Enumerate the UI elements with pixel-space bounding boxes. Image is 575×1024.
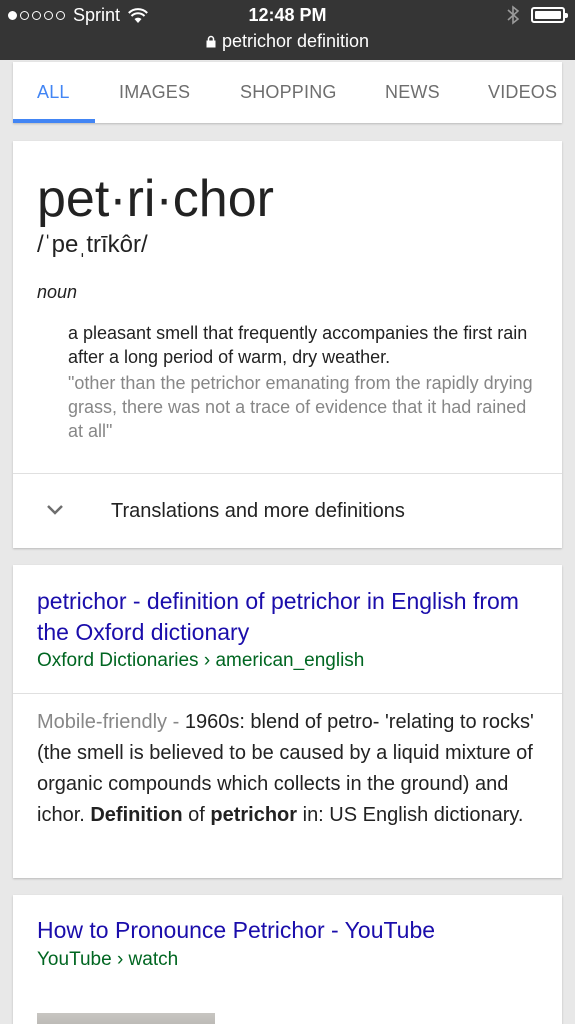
snippet-bold-petrichor: petrichor bbox=[210, 804, 298, 826]
tab-all[interactable]: ALL bbox=[37, 82, 70, 103]
tab-videos[interactable]: VIDEOS bbox=[488, 82, 557, 103]
definition-text: a pleasant smell that frequently accompa… bbox=[68, 323, 528, 367]
divider bbox=[13, 473, 562, 474]
result-url[interactable]: YouTube › watch bbox=[37, 949, 178, 971]
chevron-down-icon[interactable] bbox=[45, 503, 65, 517]
snippet-bold-definition: Definition bbox=[90, 804, 183, 826]
mobile-friendly-label: Mobile-friendly - bbox=[37, 711, 180, 733]
result-title-link[interactable]: How to Pronounce Petrichor - YouTube bbox=[37, 915, 537, 946]
search-result-card: petrichor - definition of petrichor in E… bbox=[13, 565, 562, 878]
result-title-link[interactable]: petrichor - definition of petrichor in E… bbox=[37, 586, 537, 648]
status-icons bbox=[507, 5, 568, 25]
clock: 12:48 PM bbox=[248, 5, 327, 25]
result-snippet: Mobile-friendly - 1960s: blend of petro-… bbox=[37, 707, 542, 831]
divider bbox=[13, 693, 562, 694]
search-result-card: How to Pronounce Petrichor - YouTube You… bbox=[13, 895, 562, 1024]
tab-news[interactable]: NEWS bbox=[385, 82, 440, 103]
snippet-text-of: of bbox=[182, 804, 211, 826]
active-tab-indicator bbox=[13, 119, 95, 123]
pronunciation: /ˈpeˌtrīkôr/ bbox=[37, 231, 148, 258]
video-thumbnail[interactable] bbox=[37, 1013, 215, 1024]
bluetooth-icon bbox=[507, 5, 519, 25]
address-bar[interactable]: petrichor definition bbox=[0, 31, 575, 52]
url-text: petrichor definition bbox=[221, 31, 370, 51]
dictionary-card: pet·ri·chor /ˈpeˌtrīkôr/ noun a pleasant… bbox=[13, 141, 562, 548]
status-bar: Sprint 12:48 PM petrichor definition bbox=[0, 0, 575, 60]
example-sentence: "other than the petrichor emanating from… bbox=[68, 373, 533, 441]
result-url[interactable]: Oxford Dictionaries › american_english bbox=[37, 650, 364, 672]
search-tabs: ALL IMAGES SHOPPING NEWS VIDEOS bbox=[13, 62, 562, 123]
part-of-speech: noun bbox=[37, 282, 78, 302]
more-definitions-link[interactable]: Translations and more definitions bbox=[111, 500, 405, 523]
snippet-text-end: in: US English dictionary. bbox=[297, 804, 524, 826]
battery-icon bbox=[531, 7, 568, 23]
lock-icon bbox=[206, 35, 216, 48]
headword: pet·ri·chor bbox=[37, 170, 274, 228]
tab-shopping[interactable]: SHOPPING bbox=[240, 82, 337, 103]
tab-images[interactable]: IMAGES bbox=[119, 82, 190, 103]
